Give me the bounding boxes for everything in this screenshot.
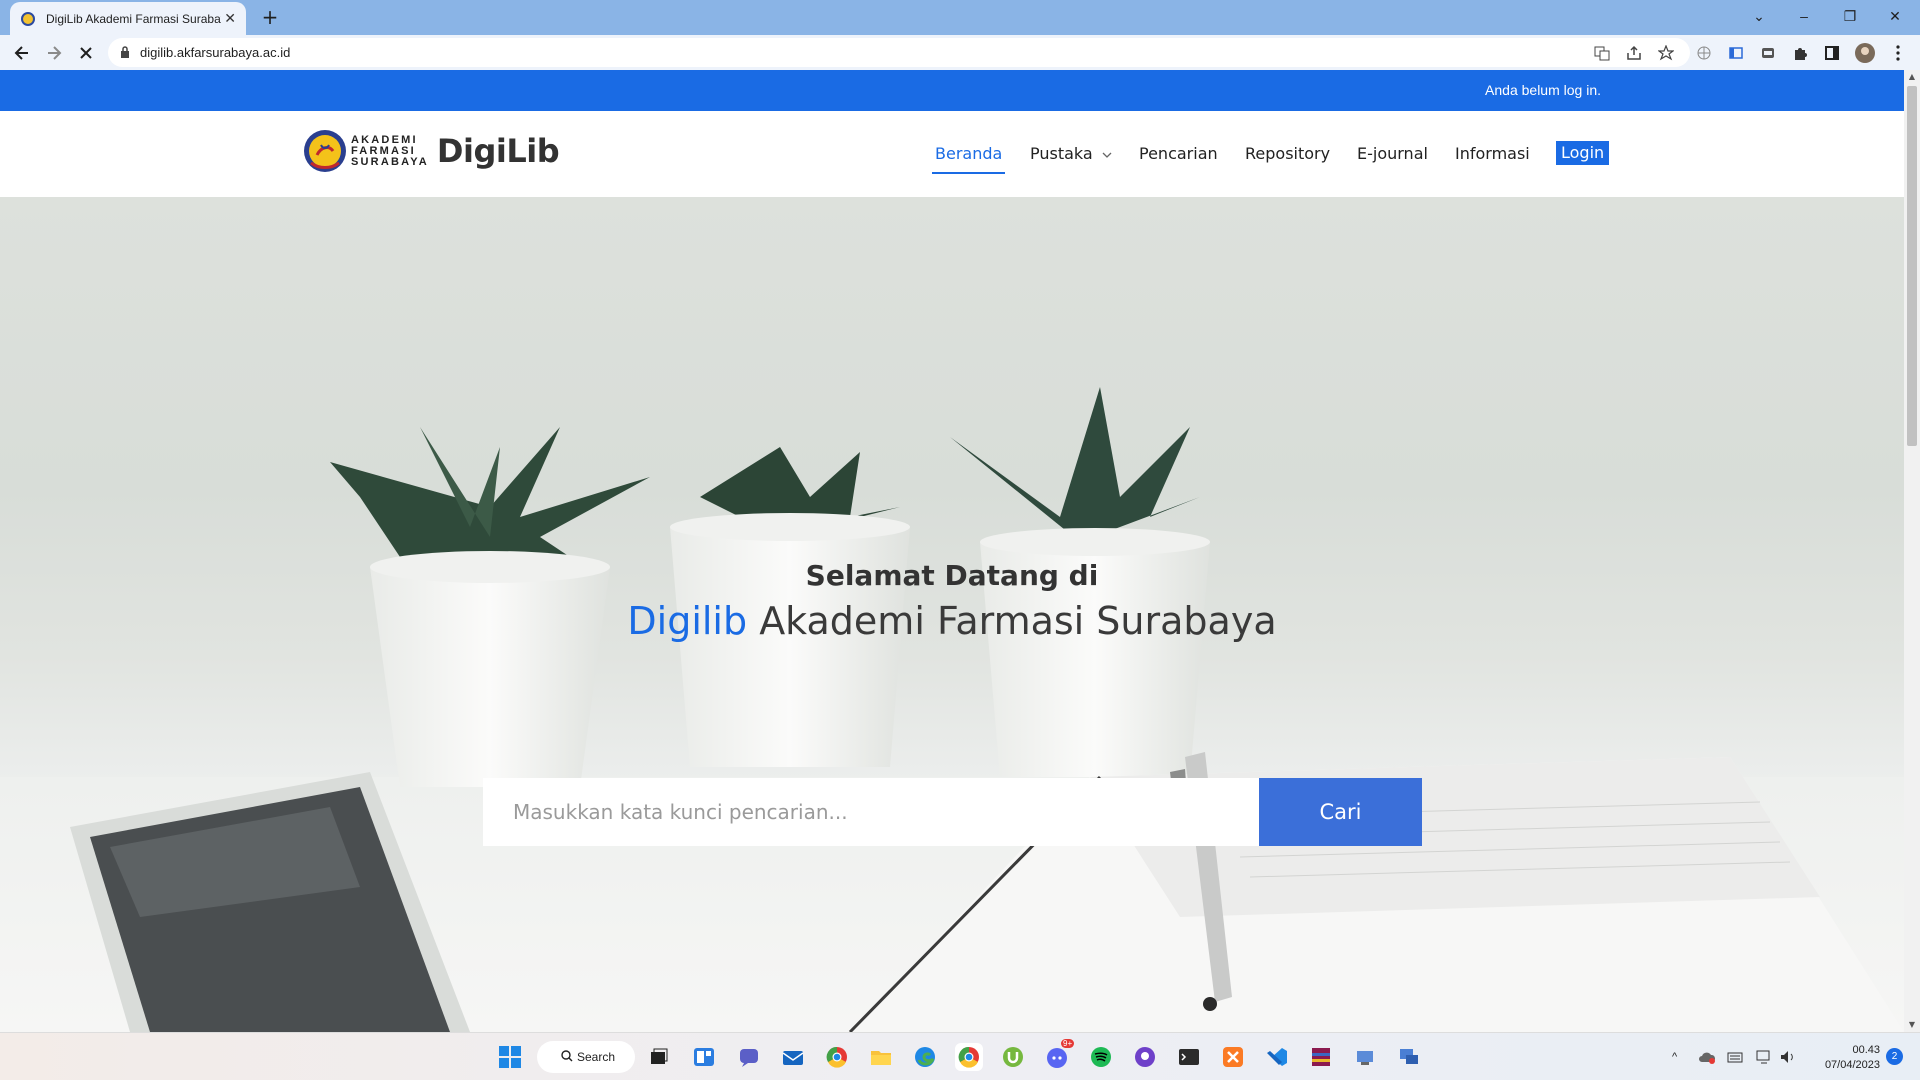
akfar-emblem-icon xyxy=(304,130,346,172)
browser-tab-strip: DigiLib Akademi Farmasi Surabaya ✕ + ⌄ –… xyxy=(0,0,1920,35)
mail-icon[interactable] xyxy=(779,1043,807,1071)
stop-loading-icon[interactable] xyxy=(74,41,98,65)
logo-word-1: AKADEMI xyxy=(351,133,418,146)
extension-globe-icon[interactable] xyxy=(1694,43,1714,63)
bookmark-star-icon[interactable] xyxy=(1656,43,1676,63)
file-explorer-icon[interactable] xyxy=(867,1043,895,1071)
windows-taskbar: Search 9+ ^ 00.43 07/04/2023 2 xyxy=(0,1032,1920,1080)
remote-desktop-icon[interactable] xyxy=(1395,1043,1423,1071)
profile-avatar[interactable] xyxy=(1855,43,1875,63)
site-header: AKADEMI FARMASI SURABAYA DigiLib Beranda… xyxy=(0,111,1904,197)
restore-icon[interactable]: ❐ xyxy=(1838,4,1862,28)
chevron-down-icon xyxy=(1102,144,1112,163)
vscode-icon[interactable] xyxy=(1263,1043,1291,1071)
discord-icon[interactable]: 9+ xyxy=(1043,1039,1075,1071)
search-button[interactable]: Cari xyxy=(1259,778,1422,846)
keyboard-icon[interactable] xyxy=(1727,1033,1743,1080)
clock-date: 07/04/2023 xyxy=(1824,1059,1880,1071)
chrome-icon[interactable] xyxy=(955,1043,983,1071)
extension-screen-icon[interactable] xyxy=(1758,43,1778,63)
utorrent-icon[interactable] xyxy=(999,1043,1027,1071)
url-text: digilib.akfarsurabaya.ac.id xyxy=(140,45,291,60)
address-bar[interactable]: digilib.akfarsurabaya.ac.id xyxy=(108,38,1690,67)
logo-word-3: SURABAYA xyxy=(351,155,429,168)
window-close-icon[interactable]: ✕ xyxy=(1883,4,1907,28)
nav-login-button[interactable]: Login xyxy=(1556,141,1610,165)
nav-pencarian[interactable]: Pencarian xyxy=(1139,144,1218,163)
browser-toolbar: digilib.akfarsurabaya.ac.id xyxy=(0,35,1920,70)
translate-icon[interactable] xyxy=(1592,43,1612,63)
back-icon[interactable] xyxy=(10,41,34,65)
logo-wordmark: AKADEMI FARMASI SURABAYA xyxy=(351,133,429,168)
nav-pustaka-label: Pustaka xyxy=(1030,144,1093,163)
nav-repository[interactable]: Repository xyxy=(1245,144,1330,163)
search-input[interactable] xyxy=(483,778,1259,846)
scroll-up-icon[interactable]: ▲ xyxy=(1904,70,1920,84)
windows-start-icon[interactable] xyxy=(496,1043,524,1071)
new-tab-icon[interactable]: + xyxy=(258,6,282,30)
tab-search-icon[interactable]: ⌄ xyxy=(1747,4,1771,28)
task-view-icon[interactable] xyxy=(645,1043,673,1071)
hero-section: Selamat Datang di Digilib Akademi Farmas… xyxy=(0,197,1904,1032)
terminal-icon[interactable] xyxy=(1175,1043,1203,1071)
clock-time: 00.43 xyxy=(1852,1044,1880,1056)
taskbar-search[interactable]: Search xyxy=(537,1041,635,1073)
extension-sidebar-icon[interactable] xyxy=(1726,43,1746,63)
lock-icon xyxy=(120,43,130,62)
page-scrollbar[interactable]: ▲ ▼ xyxy=(1904,70,1920,1032)
side-panel-icon[interactable] xyxy=(1822,43,1842,63)
spotify-icon[interactable] xyxy=(1087,1043,1115,1071)
show-hidden-icons-icon[interactable]: ^ xyxy=(1672,1033,1677,1080)
share-icon[interactable] xyxy=(1624,43,1644,63)
hero-title-accent: Digilib xyxy=(627,599,748,643)
network-icon[interactable] xyxy=(1756,1033,1772,1080)
nav-pustaka[interactable]: Pustaka xyxy=(1030,144,1112,163)
edge-icon[interactable] xyxy=(911,1043,939,1071)
hero-title-rest: Akademi Farmasi Surabaya xyxy=(747,599,1277,643)
onedrive-status-icon[interactable] xyxy=(1698,1033,1716,1080)
xampp-icon[interactable] xyxy=(1219,1043,1247,1071)
login-status-bar: Anda belum log in. xyxy=(0,70,1904,111)
hero-subtitle: Selamat Datang di xyxy=(805,559,1099,592)
tab-title: DigiLib Akademi Farmasi Surabaya xyxy=(46,11,221,26)
nav-informasi[interactable]: Informasi xyxy=(1455,144,1530,163)
login-status-text: Anda belum log in. xyxy=(1485,82,1601,98)
logo-brand-text: DigiLib xyxy=(436,132,560,170)
forward-icon[interactable] xyxy=(42,41,66,65)
site-logo[interactable]: AKADEMI FARMASI SURABAYA DigiLib xyxy=(303,129,560,173)
taskbar-search-label: Search xyxy=(577,1050,616,1064)
network-tool-icon[interactable] xyxy=(1351,1043,1379,1071)
logo-word-2: FARMASI xyxy=(351,144,416,157)
widgets-icon[interactable] xyxy=(690,1043,718,1071)
discord-badge: 9+ xyxy=(1061,1039,1075,1048)
nav-ejournal[interactable]: E-journal xyxy=(1357,144,1428,163)
chrome-profile-icon[interactable] xyxy=(823,1043,851,1071)
minimize-icon[interactable]: – xyxy=(1792,4,1816,28)
search-icon xyxy=(561,1050,573,1065)
system-clock[interactable]: 00.43 07/04/2023 xyxy=(1810,1043,1880,1073)
site-favicon-icon xyxy=(20,11,36,27)
scroll-down-icon[interactable]: ▼ xyxy=(1904,1018,1920,1032)
github-desktop-icon[interactable] xyxy=(1131,1043,1159,1071)
hero-title: Digilib Akademi Farmasi Surabaya xyxy=(0,599,1904,643)
browser-menu-icon[interactable] xyxy=(1888,43,1908,63)
volume-icon[interactable] xyxy=(1780,1033,1796,1080)
winrar-icon[interactable] xyxy=(1307,1043,1335,1071)
scrollbar-thumb[interactable] xyxy=(1907,86,1917,446)
teams-chat-icon[interactable] xyxy=(735,1043,763,1071)
tab-close-icon[interactable]: ✕ xyxy=(224,11,236,27)
extensions-puzzle-icon[interactable] xyxy=(1790,43,1810,63)
search-form: Cari xyxy=(483,778,1422,846)
nav-beranda[interactable]: Beranda xyxy=(931,144,1006,174)
browser-tab[interactable]: DigiLib Akademi Farmasi Surabaya ✕ xyxy=(10,2,246,35)
web-page: Anda belum log in. AKADEMI FARMASI SURAB… xyxy=(0,70,1904,1032)
notification-count-badge[interactable]: 2 xyxy=(1886,1048,1903,1065)
